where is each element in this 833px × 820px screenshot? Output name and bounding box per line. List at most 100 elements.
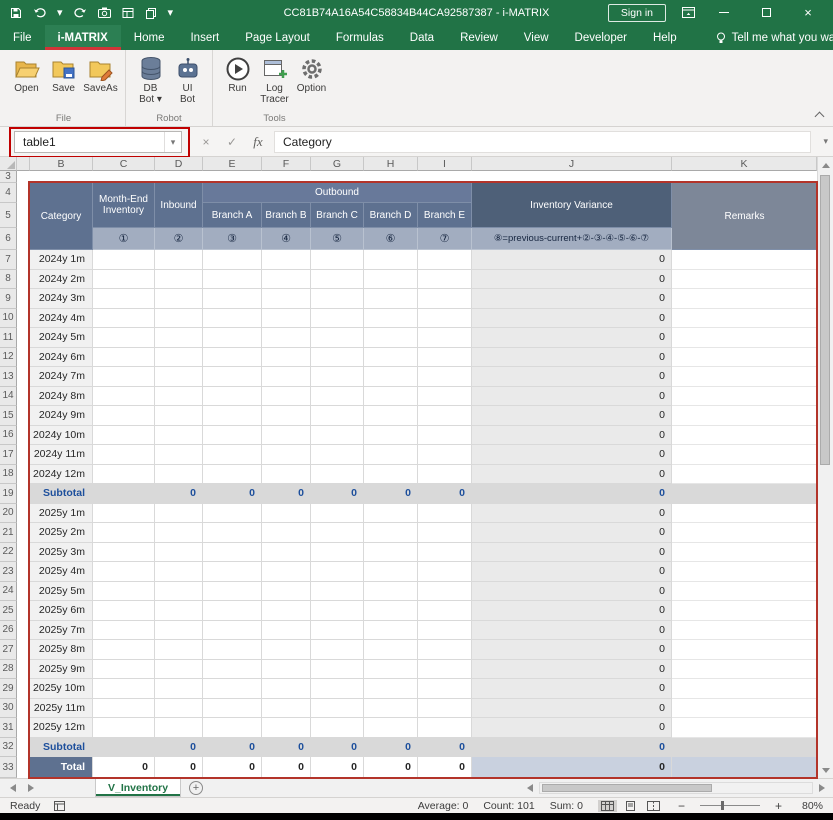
sheet-cell[interactable] [155,250,203,270]
row-header-30[interactable]: 30 [0,699,17,719]
sheet-cell[interactable] [17,426,30,446]
remarks-cell[interactable] [672,504,817,524]
sheet-cell[interactable] [418,426,472,446]
header-inventory-variance[interactable]: Inventory Variance [472,183,672,228]
sheet-cell[interactable] [203,309,262,329]
remarks-cell[interactable] [672,426,817,446]
sheet-cell[interactable] [203,387,262,407]
sheet-cell[interactable] [93,660,155,680]
total-remarks-cell[interactable] [672,757,817,778]
subtotal-value-cell[interactable]: 0 [155,738,203,758]
sheet-tab-v-inventory[interactable]: V_Inventory [95,779,181,797]
sheet-cell[interactable] [93,582,155,602]
subtotal-label-cell[interactable]: Subtotal [30,738,93,758]
sheet-cell[interactable] [17,387,30,407]
sheet-cell[interactable] [93,699,155,719]
sheet-cell[interactable] [311,348,364,368]
sheet-cell[interactable] [155,562,203,582]
qat-customize-icon[interactable]: ▾ [168,5,174,21]
close-button[interactable]: × [795,0,821,25]
subtotal-value-cell[interactable]: 0 [311,484,364,504]
sheet-cell[interactable] [155,270,203,290]
sheet-cell[interactable] [311,523,364,543]
header-variance-formula[interactable]: ⑧=previous-current+②-③-④-⑤-⑥-⑦ [472,228,672,250]
remarks-cell[interactable] [672,699,817,719]
sheet-cell[interactable] [418,523,472,543]
sheet-cell[interactable] [418,562,472,582]
undo-icon[interactable] [33,5,46,21]
row-header-8[interactable]: 8 [0,270,17,290]
header-column-ref[interactable]: ⑥ [364,228,418,250]
ribbon-button-run[interactable]: Run [219,50,256,112]
sheet-nav-left-icon[interactable] [10,784,16,792]
save-icon[interactable] [10,5,22,21]
sheet-cell[interactable] [203,426,262,446]
variance-cell[interactable]: 0 [472,621,672,641]
sheet-cell[interactable] [155,582,203,602]
sheet-cell[interactable] [262,406,311,426]
variance-cell[interactable]: 0 [472,289,672,309]
row-header-12[interactable]: 12 [0,348,17,368]
remarks-cell[interactable] [672,660,817,680]
variance-cell[interactable]: 0 [472,601,672,621]
sheet-cell[interactable] [311,250,364,270]
ribbon-button-save[interactable]: Save [45,50,82,112]
category-cell[interactable]: 2025y 5m [30,582,93,602]
sheet-cell[interactable] [311,640,364,660]
subtotal-value-cell[interactable]: 0 [364,738,418,758]
sheet-cell[interactable] [203,406,262,426]
sheet-cell[interactable] [311,387,364,407]
sheet-cell[interactable] [311,660,364,680]
sheet-cell[interactable] [364,562,418,582]
sheet-cell[interactable] [311,601,364,621]
sheet-cell[interactable] [311,504,364,524]
subtotal-label-cell[interactable]: Subtotal [30,484,93,504]
remarks-cell[interactable] [672,309,817,329]
sheet-cell[interactable] [155,504,203,524]
ribbon-button-open[interactable]: Open [8,50,45,112]
page-layout-view-icon[interactable] [621,800,640,812]
sheet-cell[interactable] [17,465,30,485]
sheet-cell[interactable] [93,270,155,290]
row-header-20[interactable]: 20 [0,504,17,524]
sheet-cell[interactable] [155,328,203,348]
sheet-cell[interactable] [155,621,203,641]
subtotal-value-cell[interactable]: 0 [262,738,311,758]
sheet-cell[interactable] [364,171,418,183]
sheet-cell[interactable] [418,718,472,738]
variance-cell[interactable]: 0 [472,504,672,524]
name-box[interactable]: table1 ▾ [14,131,182,153]
remarks-cell[interactable] [672,640,817,660]
horizontal-scroll-thumb[interactable] [542,784,712,792]
sheet-cell[interactable] [418,171,472,183]
sheet-cell[interactable] [262,601,311,621]
ribbon-tab-i-matrix[interactable]: i-MATRIX [45,25,121,50]
row-header-14[interactable]: 14 [0,387,17,407]
ribbon-tab-review[interactable]: Review [447,25,511,50]
remarks-cell[interactable] [672,348,817,368]
undo-dropdown-icon[interactable]: ▾ [57,5,63,21]
ribbon-button-log-tracer[interactable]: LogTracer [256,50,293,112]
sheet-cell[interactable] [17,640,30,660]
sheet-cell[interactable] [17,445,30,465]
header-outbound[interactable]: Outbound [203,183,472,203]
variance-cell[interactable]: 0 [472,348,672,368]
sheet-cell[interactable] [364,660,418,680]
sheet-cell[interactable] [262,250,311,270]
remarks-cell[interactable] [672,543,817,563]
sheet-cell[interactable] [17,621,30,641]
ribbon-tab-file[interactable]: File [0,25,45,50]
sheet-cell[interactable] [93,718,155,738]
subtotal-variance-cell[interactable]: 0 [472,484,672,504]
sheet-cell[interactable] [311,445,364,465]
enter-icon[interactable]: ✓ [222,131,242,153]
sheet-cell[interactable] [93,387,155,407]
subtotal-value-cell[interactable]: 0 [311,738,364,758]
tell-me-box[interactable]: Tell me what you want to do [716,25,833,50]
sheet-cell[interactable] [418,289,472,309]
sheet-cell[interactable] [155,640,203,660]
sheet-cell[interactable] [155,171,203,183]
header-column-ref[interactable]: ⑤ [311,228,364,250]
formula-bar-expand-icon[interactable]: ▾ [823,136,828,147]
variance-cell[interactable]: 0 [472,445,672,465]
